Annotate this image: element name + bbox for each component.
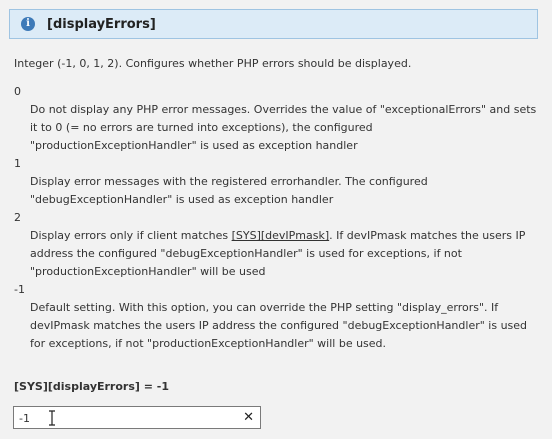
- value-option-2: 2: [14, 211, 21, 224]
- setting-description-block: Integer (-1, 0, 1, 2). Configures whethe…: [14, 55, 539, 353]
- current-config-label: [SYS][displayErrors] = -1: [14, 380, 169, 393]
- value-option-minus-1: -1: [14, 283, 25, 296]
- setting-title: [displayErrors]: [47, 16, 156, 32]
- display-errors-input[interactable]: [14, 408, 234, 429]
- value-description-2: Display errors only if client matches [S…: [14, 227, 539, 281]
- display-errors-field[interactable]: ✕: [13, 406, 261, 429]
- value-description-2-before: Display errors only if client matches: [30, 229, 232, 242]
- value-option-1: 1: [14, 157, 21, 170]
- info-icon: i: [21, 17, 35, 31]
- value-description-0: Do not display any PHP error messages. O…: [30, 103, 537, 152]
- value-description-1: Display error messages with the register…: [30, 175, 428, 206]
- info-header: i [displayErrors]: [9, 9, 538, 39]
- value-description-minus-1: Default setting. With this option, you c…: [30, 301, 528, 350]
- devipmask-link[interactable]: [SYS][devIPmask]: [232, 229, 330, 242]
- setting-description: Integer (-1, 0, 1, 2). Configures whethe…: [14, 57, 412, 70]
- text-cursor-icon: [49, 410, 55, 426]
- close-icon[interactable]: ✕: [243, 409, 254, 426]
- value-option-0: 0: [14, 85, 21, 98]
